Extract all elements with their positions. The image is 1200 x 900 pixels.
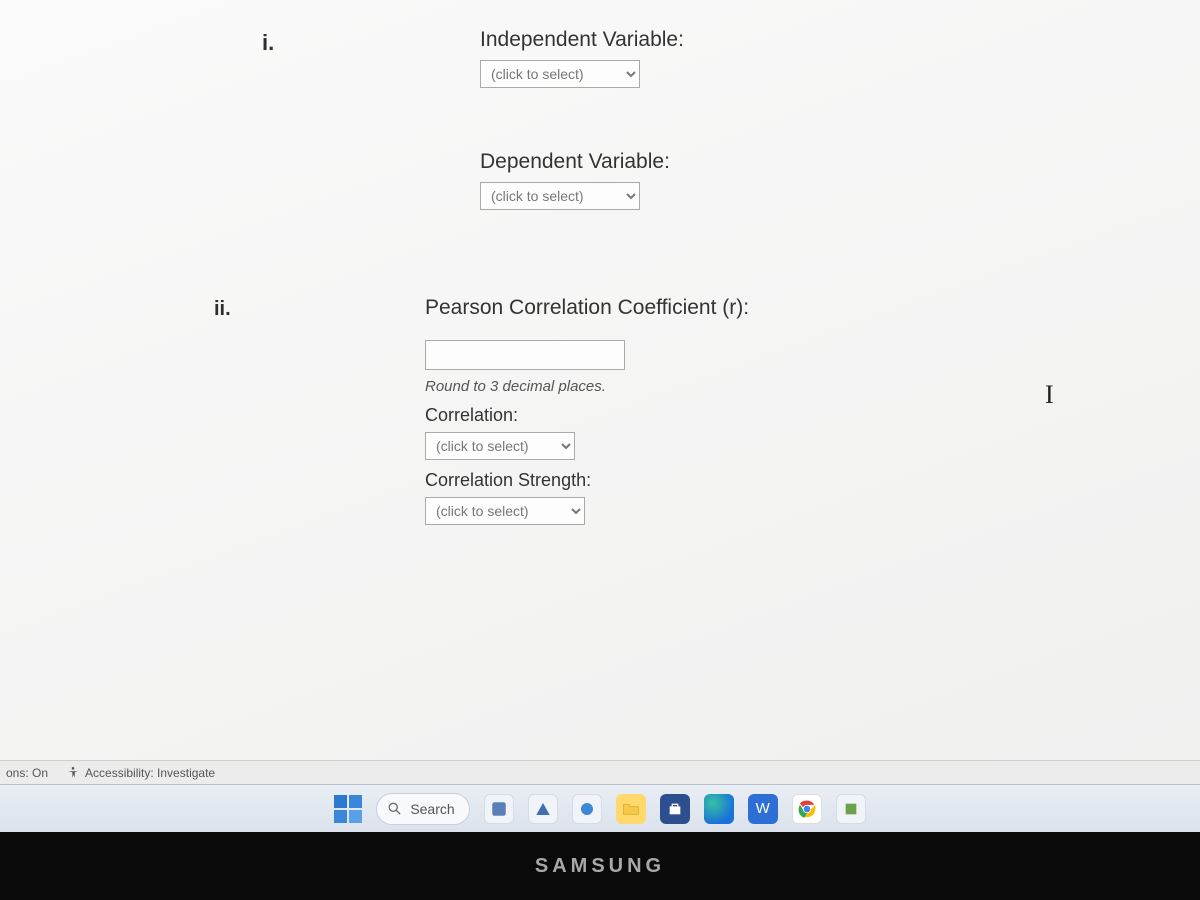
section-i-dependent: Dependent Variable: (click to select) [480, 150, 670, 210]
taskbar-app-3-icon[interactable] [572, 794, 602, 824]
select-correlation[interactable]: (click to select) [425, 432, 575, 460]
marker-i: i. [262, 30, 274, 56]
monitor-bezel: SAMSUNG [0, 832, 1200, 900]
monitor-brand: SAMSUNG [535, 855, 665, 878]
input-pearson-r[interactable] [425, 340, 625, 370]
section-ii: Pearson Correlation Coefficient (r): Rou… [425, 296, 749, 525]
accessibility-icon [66, 766, 80, 780]
start-button[interactable] [334, 795, 362, 823]
hint-round: Round to 3 decimal places. [425, 378, 749, 395]
taskbar: Search W [0, 784, 1200, 832]
label-dependent-variable: Dependent Variable: [480, 150, 670, 174]
label-correlation-strength: Correlation Strength: [425, 470, 749, 491]
chrome-browser-icon[interactable] [792, 794, 822, 824]
select-dependent-variable[interactable]: (click to select) [480, 182, 640, 210]
label-correlation: Correlation: [425, 405, 749, 426]
status-accessibility[interactable]: Accessibility: Investigate [66, 766, 215, 780]
word-app-icon[interactable]: W [748, 794, 778, 824]
text-cursor-icon: I [1045, 380, 1054, 410]
label-pearson: Pearson Correlation Coefficient (r): [425, 296, 749, 320]
select-independent-variable[interactable]: (click to select) [480, 60, 640, 88]
microsoft-store-icon[interactable] [660, 794, 690, 824]
status-bar: ons: On Accessibility: Investigate [0, 760, 1200, 784]
select-correlation-strength[interactable]: (click to select) [425, 497, 585, 525]
worksheet-page: i. Independent Variable: (click to selec… [0, 0, 1200, 760]
marker-ii: ii. [214, 298, 231, 321]
status-ons: ons: On [6, 766, 48, 780]
section-i-independent: Independent Variable: (click to select) [480, 28, 684, 88]
search-icon [387, 801, 402, 816]
file-explorer-icon[interactable] [616, 794, 646, 824]
taskbar-search[interactable]: Search [376, 793, 469, 825]
edge-browser-icon[interactable] [704, 794, 734, 824]
taskbar-app-2-icon[interactable] [528, 794, 558, 824]
taskbar-app-1-icon[interactable] [484, 794, 514, 824]
label-independent-variable: Independent Variable: [480, 28, 684, 52]
taskbar-app-9-icon[interactable] [836, 794, 866, 824]
